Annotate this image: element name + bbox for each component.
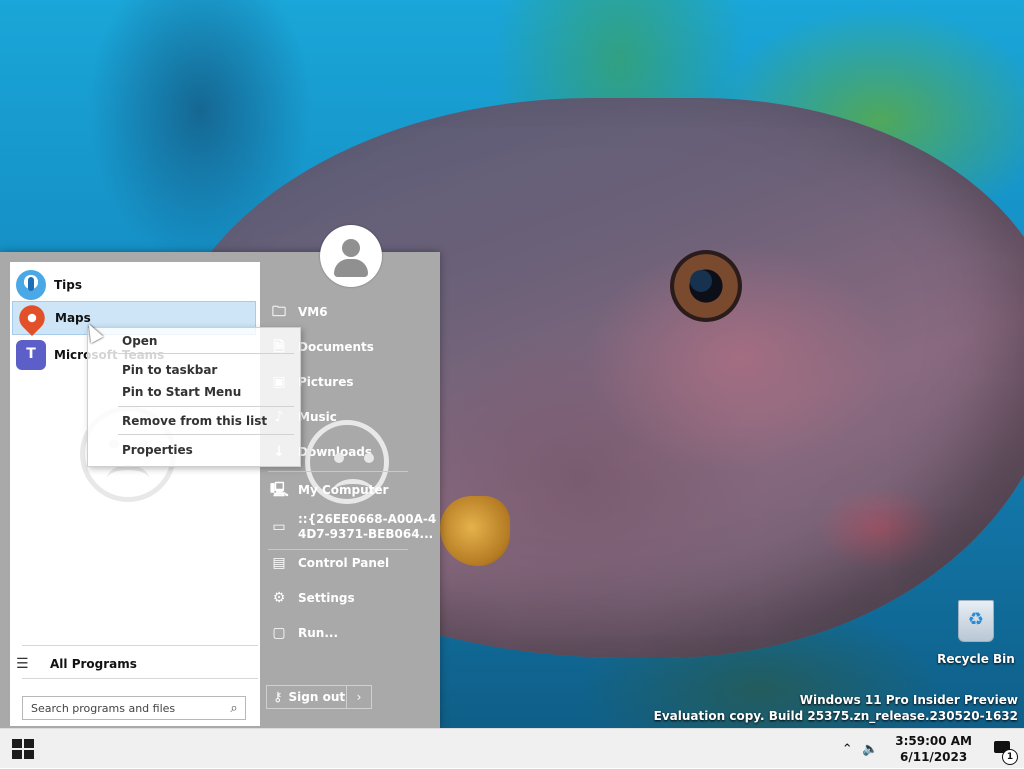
recycle-bin-icon: ♻ <box>958 600 994 642</box>
notification-count-badge: 1 <box>1002 749 1018 765</box>
wallpaper-fish-eye <box>670 250 742 322</box>
key-icon: ⚷ <box>273 689 283 705</box>
all-programs-button[interactable]: ☰ All Programs <box>16 656 137 672</box>
start-item-label: Pictures <box>298 375 354 389</box>
volume-icon[interactable]: 🔈 <box>861 742 879 757</box>
divider <box>268 471 408 472</box>
desktop-icon: ▭ <box>272 519 286 535</box>
maps-icon <box>13 299 51 337</box>
teams-icon: T <box>16 340 46 370</box>
recycle-bin-label: Recycle Bin <box>937 652 1015 666</box>
search-programs-input[interactable]: Search programs and files ⌕ <box>22 696 246 720</box>
system-tray: ⌃ 🔈 3:59:00 AM 6/11/2023 1 <box>839 729 1024 769</box>
label-line-1: ::{26EE0668-A00A-4 <box>298 512 437 526</box>
start-item-control-panel[interactable]: ▤ Control Panel <box>270 550 389 576</box>
clock-time: 3:59:00 AM <box>895 734 972 748</box>
start-item-vm6[interactable]: 🗀 VM6 <box>270 299 328 325</box>
program-label: Maps <box>55 311 91 325</box>
sign-out-control: ⚷ Sign out › <box>266 685 372 709</box>
tips-icon <box>16 270 46 300</box>
user-avatar[interactable] <box>320 225 382 287</box>
watermark-build: Evaluation copy. Build 25375.zn_release.… <box>653 709 1018 723</box>
start-item-label: Control Panel <box>298 556 390 570</box>
windows-logo-icon <box>24 739 34 748</box>
search-placeholder: Search programs and files <box>31 701 176 715</box>
user-icon-body <box>334 259 368 277</box>
chevron-right-icon: › <box>356 690 362 704</box>
user-icon-head <box>342 239 360 257</box>
program-item-tips[interactable]: Tips <box>12 268 256 302</box>
computer-icon: 🖳 <box>270 482 289 498</box>
context-item-properties[interactable]: Properties <box>122 443 193 457</box>
windows-logo-icon <box>24 750 34 759</box>
recycle-bin-desktop-icon[interactable]: ♻ Recycle Bin <box>936 600 1016 666</box>
context-separator <box>118 434 294 435</box>
run-icon: ▢ <box>272 625 286 641</box>
folder-user-icon: 🗀 <box>272 304 286 320</box>
context-separator <box>118 406 294 407</box>
divider <box>22 645 258 646</box>
context-item-pin-to-taskbar[interactable]: Pin to taskbar <box>122 363 217 377</box>
context-item-open[interactable]: Open <box>122 334 157 348</box>
context-separator <box>118 353 294 354</box>
taskbar: ⌃ 🔈 3:59:00 AM 6/11/2023 1 <box>0 728 1024 768</box>
context-item-remove-from-list[interactable]: Remove from this list <box>122 414 267 428</box>
start-item-label: VM6 <box>298 305 328 319</box>
windows-logo-icon <box>12 739 22 748</box>
divider <box>22 678 258 679</box>
context-menu: Open Pin to taskbar Pin to Start Menu Re… <box>87 327 301 467</box>
clock-date: 6/11/2023 <box>900 750 968 764</box>
start-item-label-multiline: ::{26EE0668-A00A-4 4D7-9371-BEB064... <box>298 512 436 542</box>
notifications-button[interactable]: 1 <box>994 739 1018 765</box>
windows-watermark: Windows 11 Pro Insider Preview Evaluatio… <box>654 692 1018 724</box>
start-item-settings[interactable]: ⚙ Settings <box>270 585 355 611</box>
start-button[interactable] <box>12 739 34 759</box>
start-item-my-computer[interactable]: 🖳 My Computer <box>270 477 388 503</box>
sign-out-options-button[interactable]: › <box>347 686 371 708</box>
clock[interactable]: 3:59:00 AM 6/11/2023 <box>895 733 972 765</box>
label-line-2: 4D7-9371-BEB064... <box>298 527 434 541</box>
windows-logo-icon <box>12 750 22 759</box>
start-item-label: Run... <box>298 626 339 640</box>
settings-icon: ⚙ <box>272 590 286 606</box>
watermark-edition: Windows 11 Pro Insider Preview <box>799 693 1018 707</box>
sign-out-label: Sign out <box>288 690 346 704</box>
sign-out-button[interactable]: ⚷ Sign out <box>267 686 347 708</box>
control-panel-icon: ▤ <box>272 555 286 571</box>
start-item-label: Settings <box>298 591 355 605</box>
all-programs-label: All Programs <box>50 657 137 671</box>
start-item-label: My Computer <box>298 483 389 497</box>
show-hidden-icons-chevron-up-icon[interactable]: ⌃ <box>839 742 855 757</box>
start-item-desktop-clsid[interactable]: ▭ ::{26EE0668-A00A-4 4D7-9371-BEB064... <box>270 510 436 544</box>
search-icon[interactable]: ⌕ <box>223 701 245 716</box>
start-item-run[interactable]: ▢ Run... <box>270 620 338 646</box>
context-item-pin-to-start-menu[interactable]: Pin to Start Menu <box>122 385 241 399</box>
start-item-label: Documents <box>298 340 374 354</box>
program-label: Tips <box>54 278 83 292</box>
list-icon: ☰ <box>16 656 29 672</box>
